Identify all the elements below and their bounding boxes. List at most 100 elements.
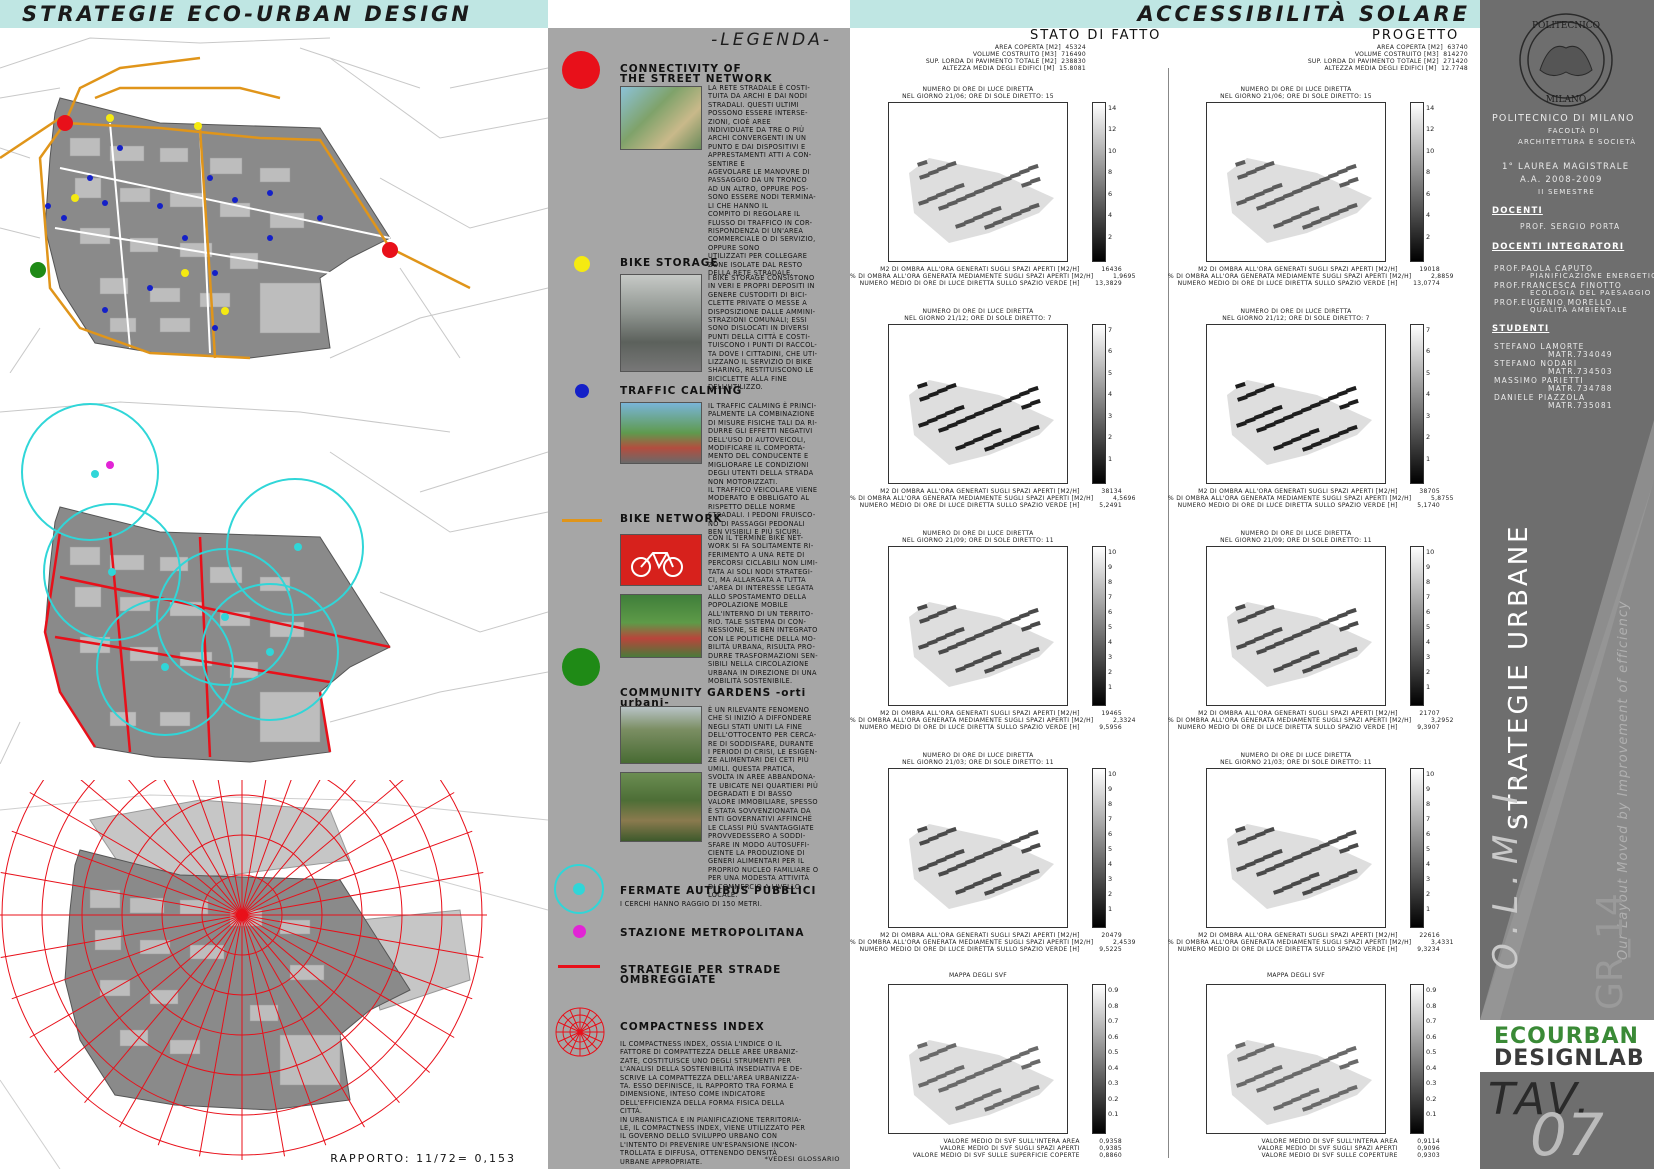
- progetto-stat-3: altezza media degli edifici [m] 12.7748: [1324, 65, 1468, 72]
- progetto-chart-2-stat-0: m2 di ombra all'ora generati sugli spazi…: [1198, 710, 1440, 717]
- progetto-chart-2-tick-9: 1: [1426, 683, 1431, 691]
- progetto-chart-2-tick-1: 9: [1426, 563, 1431, 571]
- progetto-chart-0-tick-0: 14: [1426, 104, 1435, 112]
- stato-svf-tick-7: 0.2: [1108, 1094, 1119, 1103]
- progetto-chart-3-tick-8: 2: [1426, 890, 1431, 898]
- stato-stat-3: altezza media degli edifici [m] 15.8081: [942, 65, 1086, 72]
- stato-chart-2-stat-1: % di ombra all'ora generata mediamente s…: [850, 717, 1136, 724]
- integratore-5: qualità ambientale: [1530, 306, 1628, 314]
- red-node-2: [382, 242, 398, 258]
- progetto-chart-3-tick-1: 9: [1426, 785, 1431, 793]
- stato-chart-3-stat-0: m2 di ombra all'ora generati sugli spazi…: [880, 932, 1122, 939]
- progetto-chart-2-plot: [1206, 546, 1386, 706]
- stato-chart-1-stat-1: % di ombra all'ora generata mediamente s…: [850, 495, 1136, 502]
- shadow-map: [1227, 824, 1372, 909]
- progetto-heading: PROGETTO: [1372, 28, 1460, 43]
- shadow-map: [909, 158, 1054, 243]
- stato-chart-0-stat-0: m2 di ombra all'ora generati sugli spazi…: [880, 266, 1122, 273]
- garden-photo-1: [620, 706, 702, 764]
- progetto-chart-1-stat-1: % di ombra all'ora generata mediamente s…: [1168, 495, 1454, 502]
- tav-number: 07: [1530, 1101, 1604, 1169]
- shadow-map: [1227, 158, 1372, 243]
- stato-chart-0-caption-1: numero di ore di luce diretta: [922, 86, 1034, 93]
- progetto-chart-3-tick-3: 7: [1426, 815, 1431, 823]
- stato-chart-2-tick-1: 9: [1108, 563, 1113, 571]
- map-connectivity: [0, 28, 548, 373]
- stato-chart-2-tick-6: 4: [1108, 638, 1113, 646]
- stato-chart-0-colorbar: [1092, 102, 1106, 262]
- progetto-chart-3-caption-2: nel giorno 21/03; ore di sole diretto: 1…: [1220, 759, 1372, 766]
- stato-chart-1-tick-1: 6: [1108, 347, 1113, 356]
- progetto-chart-0-colorbar: [1410, 102, 1424, 262]
- stato-chart-3-tick-8: 2: [1108, 890, 1113, 898]
- progetto-chart-3-stat-0: m2 di ombra all'ora generati sugli spazi…: [1198, 932, 1440, 939]
- stato-chart-2-colorbar: [1092, 546, 1106, 706]
- stato-svf-tick-5: 0.4: [1108, 1063, 1119, 1072]
- degree-line-1: 1° laurea magistrale: [1502, 162, 1630, 172]
- progetto-chart-2-tick-2: 8: [1426, 578, 1431, 586]
- shadow-map: [909, 380, 1054, 465]
- progetto-chart-2-stat-2: numero medio di ore di luce diretta sull…: [1177, 724, 1440, 731]
- shadow-map: [1227, 602, 1372, 687]
- solar-panel: STATO DI FATTO area coperta [m2] 45324 v…: [850, 28, 1480, 1169]
- right-header-bar: ACCESSIBILITÀ SOLARE: [850, 0, 1480, 29]
- progetto-chart-0-caption-1: numero di ore di luce diretta: [1240, 86, 1352, 93]
- stato-stat-0: area coperta [m2] 45324: [994, 44, 1086, 51]
- stato-chart-0-stat-1: % di ombra all'ora generata mediamente s…: [850, 273, 1136, 280]
- faculty-line-2: architettura e società: [1518, 138, 1637, 146]
- stato-svf-tick-6: 0.3: [1108, 1079, 1119, 1087]
- progetto-chart-0-tick-6: 2: [1426, 232, 1431, 241]
- integratore-1: pianificazione energetica: [1530, 272, 1654, 280]
- stato-stat-1: volume costruito [m3] 716490: [972, 51, 1086, 58]
- stato-chart-2-tick-4: 6: [1108, 608, 1113, 616]
- studente-1: matr.734049: [1548, 350, 1613, 359]
- bike-network-text: Con il termine Bike Net- work si fa soli…: [708, 534, 818, 685]
- faculty-line-1: facoltà di: [1548, 127, 1600, 135]
- shadow-map: [1227, 380, 1372, 465]
- progetto-chart-1-tick-3: 4: [1426, 390, 1431, 399]
- community-gardens-text: È un rilevante fenomeno che si iniziò a …: [708, 706, 819, 899]
- stato-chart-3-tick-1: 9: [1108, 785, 1113, 793]
- progetto-chart-2-colorbar: [1410, 546, 1424, 706]
- progetto-chart-2-tick-5: 5: [1426, 623, 1431, 631]
- stato-chart-1-colorbar: [1092, 324, 1106, 484]
- stato-chart-3-stat-2: numero medio di ore di luce diretta sull…: [859, 946, 1122, 953]
- progetto-chart-2-stat-1: % di ombra all'ora generata mediamente s…: [1168, 717, 1454, 724]
- stato-chart-1-stat-0: m2 di ombra all'ora generati sugli spazi…: [880, 488, 1122, 495]
- integratori-heading: DOCENTI INTEGRATORI: [1492, 242, 1625, 252]
- progetto-chart-1-tick-0: 7: [1426, 326, 1431, 334]
- progetto-chart-2-tick-0: 10: [1426, 548, 1435, 556]
- stato-chart-3-tick-3: 7: [1108, 815, 1113, 823]
- green-garden-dot: [30, 262, 46, 278]
- progetto-svf-caption: mappa degli SVF: [1266, 972, 1326, 979]
- studente-5: matr.734788: [1548, 384, 1613, 393]
- stato-chart-3-plot: [888, 768, 1068, 928]
- map-compactness-svg: [0, 780, 548, 1169]
- roundabout-photo: [620, 86, 702, 150]
- bike-storage-photo: [620, 274, 702, 372]
- shadow-map: [909, 824, 1054, 909]
- progetto-chart-0-plot: [1206, 102, 1386, 262]
- bus-stops-text: I cerchi hanno raggio di 150 metri.: [620, 900, 763, 908]
- stato-chart-1-tick-4: 3: [1108, 411, 1113, 420]
- stato-svf-tick-8: 0.1: [1108, 1110, 1119, 1118]
- stato-chart-2-stat-2: numero medio di ore di luce diretta sull…: [859, 724, 1122, 731]
- stato-svf-tick-0: 0.9: [1108, 986, 1119, 994]
- compactness-radial-icon: [555, 1007, 605, 1057]
- stato-chart-2-tick-2: 8: [1108, 578, 1113, 586]
- stato-chart-0-tick-6: 2: [1108, 232, 1113, 241]
- progetto-chart-1-stat-2: numero medio di ore di luce diretta sull…: [1177, 502, 1440, 509]
- logo-line-2: DESIGNLAB: [1494, 1046, 1645, 1071]
- progetto-svf-tick-4: 0.5: [1426, 1048, 1437, 1056]
- progetto-chart-3-tick-6: 4: [1426, 860, 1431, 868]
- progetto-chart-0-caption-2: nel giorno 21/06; ore di sole diretto: 1…: [1220, 93, 1372, 100]
- bicycle-icon: [631, 552, 683, 577]
- progetto-chart-3-tick-0: 10: [1426, 770, 1435, 778]
- glossary-footnote: *VEDESI GLOSSARIO: [764, 1155, 840, 1163]
- stato-svf-stat-1: valore medio di SVF sugli spazi aperti 0…: [939, 1145, 1122, 1152]
- stato-stat-2: sup. lorda di pavimento totale [m2] 2388…: [925, 58, 1086, 65]
- progetto-chart-3-tick-4: 6: [1426, 830, 1431, 838]
- progetto-svf-stat-0: valore medio di SVF sull'intera area 0,9…: [1261, 1138, 1440, 1145]
- stato-svf-caption: mappa degli SVF: [948, 972, 1008, 979]
- stato-chart-3-tick-0: 10: [1108, 770, 1117, 778]
